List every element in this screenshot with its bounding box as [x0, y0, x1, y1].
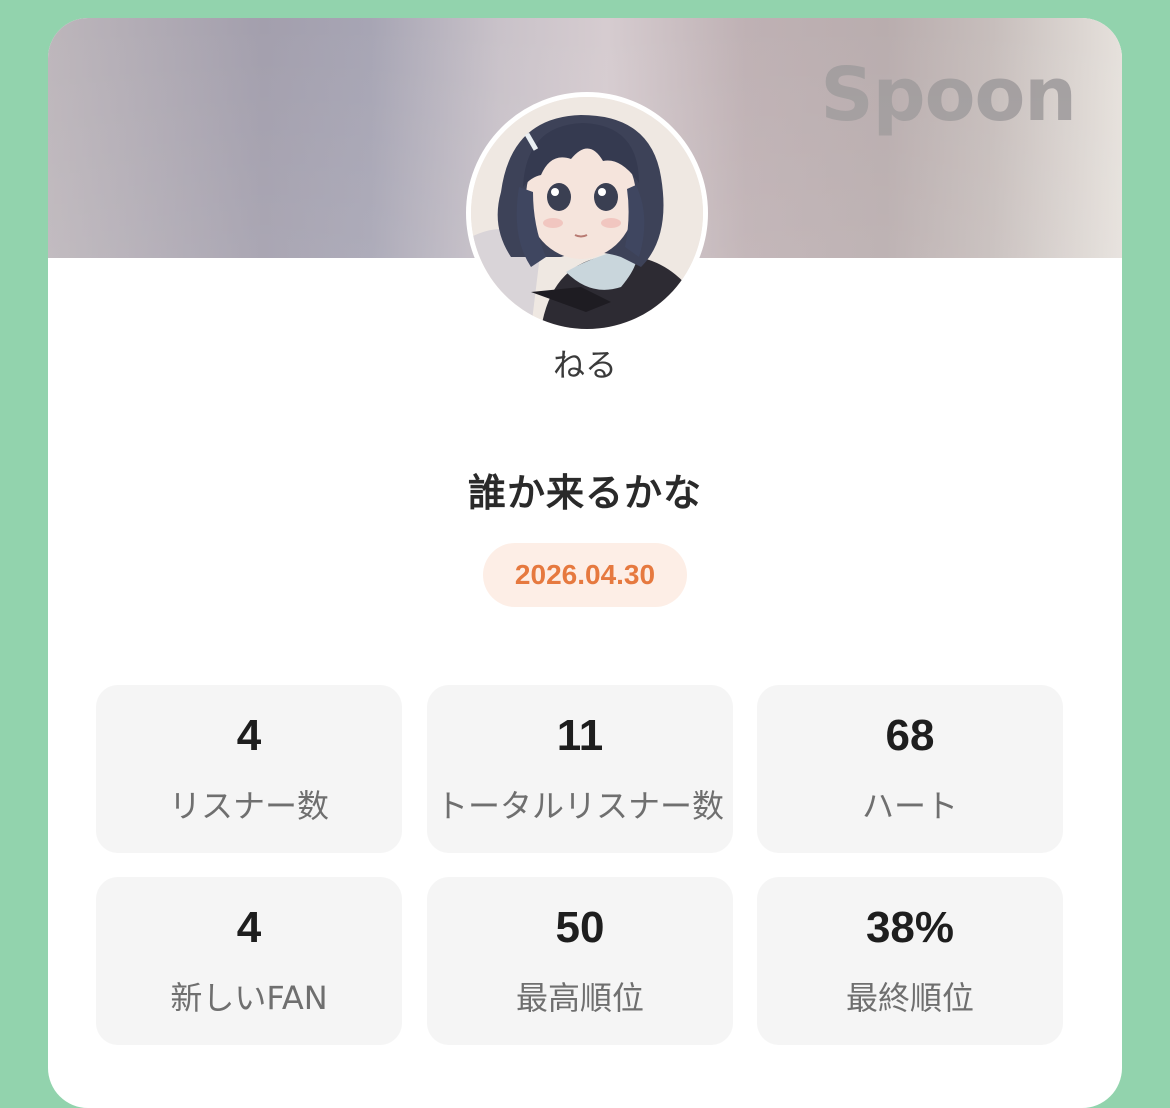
stat-new-fans: 4 新しいFAN	[96, 877, 402, 1045]
date-badge: 2026.04.30	[483, 543, 687, 607]
username: ねる	[552, 346, 617, 384]
stat-listeners: 4 リスナー数	[96, 685, 402, 853]
stat-label: リスナー数	[168, 787, 329, 825]
stat-label: 新しいFAN	[170, 979, 328, 1017]
stat-value: 68	[885, 711, 935, 760]
stat-value: 4	[236, 711, 262, 760]
broadcast-report-card: Spoon ねる 誰か来るかな 2026.04.30 4 リスナー数 11 トー…	[48, 18, 1122, 1108]
spoon-logo: Spoon	[820, 52, 1077, 138]
stat-total-listeners: 11 トータルリスナー数	[427, 685, 733, 853]
stat-highest-rank: 50 最高順位	[427, 877, 733, 1045]
broadcast-title: 誰か来るかな	[467, 471, 702, 515]
stat-hearts: 68 ハート	[757, 685, 1063, 853]
stat-value: 11	[556, 711, 604, 760]
stat-value: 50	[555, 903, 605, 952]
stat-value: 4	[236, 903, 262, 952]
stat-final-rank: 38% 最終順位	[757, 877, 1063, 1045]
avatar-illustration-icon	[471, 97, 703, 329]
stat-value: 38%	[865, 903, 955, 952]
stat-label: 最高順位	[515, 979, 644, 1017]
stat-label: ハート	[861, 787, 958, 825]
stat-label: 最終順位	[845, 979, 974, 1017]
avatar[interactable]	[466, 92, 708, 334]
stat-label: トータルリスナー数	[435, 787, 724, 825]
